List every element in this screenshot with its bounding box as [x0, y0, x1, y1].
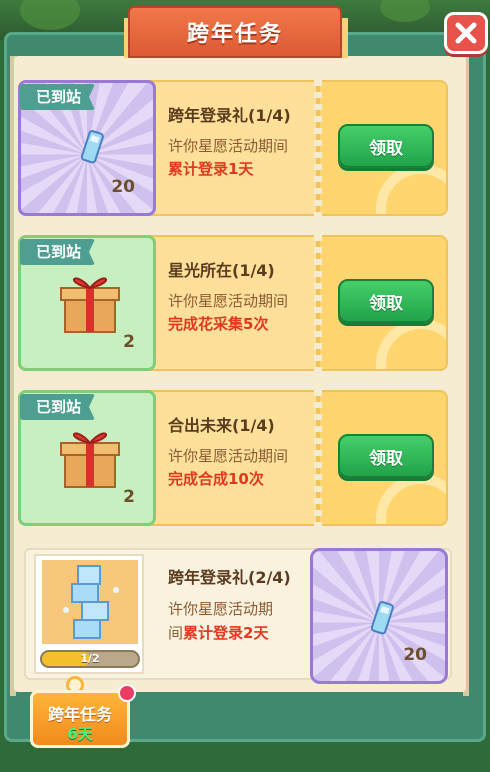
progress-text: 1/2	[80, 652, 100, 665]
close-button[interactable]	[444, 12, 488, 54]
task-requirement: 累计登录2天	[183, 624, 269, 642]
task-description-prefix: 间	[168, 624, 184, 642]
reward-count: 2	[123, 487, 135, 507]
claim-button[interactable]: 领取	[338, 434, 434, 478]
arrived-badge: 已到站	[20, 239, 96, 265]
claim-button[interactable]: 领取	[338, 279, 434, 323]
event-badge-title: 跨年任务	[47, 705, 112, 724]
arrived-badge: 已到站	[20, 84, 96, 110]
gift-box-icon	[60, 432, 120, 488]
task-title: 跨年登录礼(1/4)	[168, 106, 291, 125]
reward-count: 2	[123, 332, 135, 352]
task-description-line2: 间累计登录2天	[168, 622, 268, 643]
notification-dot	[118, 684, 136, 702]
task-title: 合出未来(1/4)	[168, 416, 275, 435]
task-description: 许你星愿活动期间	[168, 447, 289, 465]
task-title: 跨年登录礼(2/4)	[168, 568, 291, 587]
arrived-badge: 已到站	[20, 394, 96, 420]
task-card: 2 已到站 星光所在(1/4) 许你星愿活动期间 完成花采集5次 领取	[18, 235, 448, 371]
reward-count: 20	[111, 177, 135, 197]
task-description: 许你星愿活动期间	[168, 137, 289, 155]
task-title: 星光所在(1/4)	[168, 261, 275, 280]
close-icon	[455, 22, 477, 44]
task-description: 许你星愿活动期	[168, 600, 274, 618]
task-requirement: 完成花采集5次	[168, 315, 269, 333]
task-requirement: 完成合成10次	[168, 470, 264, 488]
panel-title: 跨年任务	[128, 6, 342, 58]
progress-bar: 1/2	[40, 650, 140, 668]
task-requirement: 累计登录1天	[168, 160, 254, 178]
calendar-background	[42, 560, 138, 644]
claim-button[interactable]: 领取	[338, 124, 434, 168]
ticket-icon	[370, 601, 394, 635]
ticket-perforation	[314, 390, 322, 526]
task-card: 20 已到站 跨年登录礼(1/4) 许你星愿活动期间 累计登录1天 领取	[18, 80, 448, 216]
calendar-box: 1/2	[34, 554, 144, 674]
task-description: 许你星愿活动期间	[168, 292, 289, 310]
next-reward-box[interactable]: 20	[310, 548, 448, 684]
event-badge-button[interactable]: 跨年任务 6天	[30, 690, 130, 748]
ticket-perforation	[314, 80, 322, 216]
ticket-perforation	[314, 235, 322, 371]
gift-box-icon	[60, 277, 120, 333]
reward-count: 20	[403, 645, 427, 665]
calendar-tower-icon	[63, 565, 119, 639]
task-card: 2 已到站 合出未来(1/4) 许你星愿活动期间 完成合成10次 领取	[18, 390, 448, 526]
ticket-icon	[80, 130, 104, 164]
event-badge-days: 6天	[67, 725, 93, 743]
